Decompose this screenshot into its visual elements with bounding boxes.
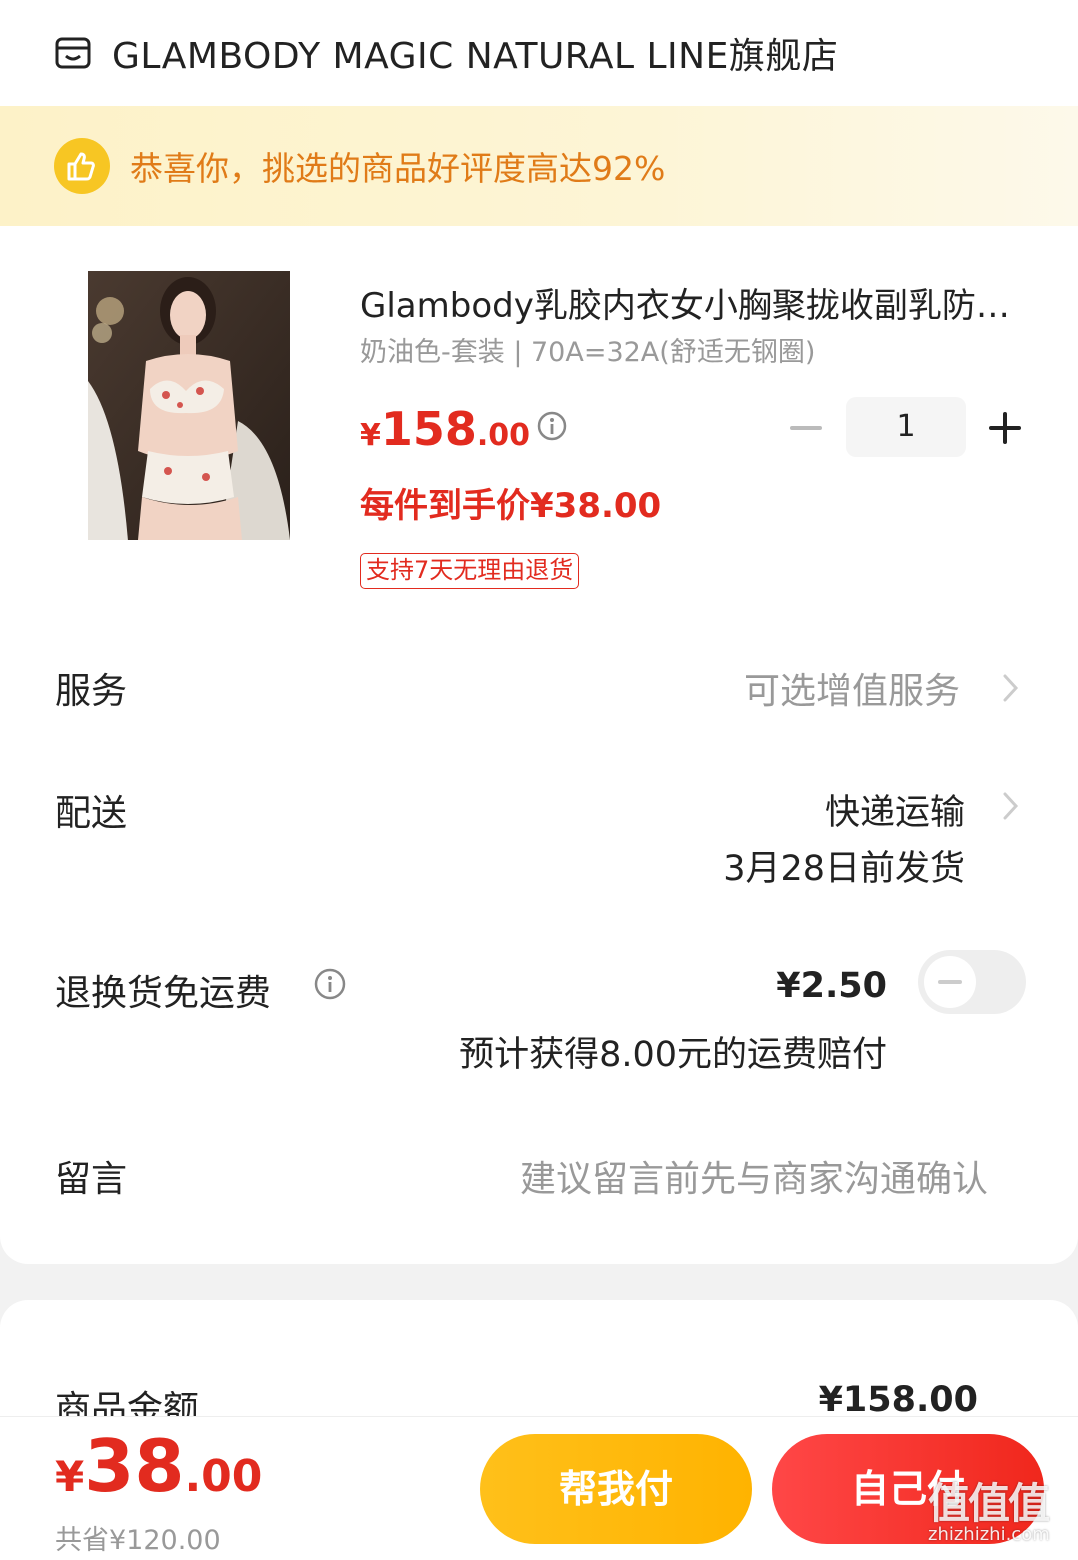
message-input[interactable]: 建议留言前先与商家沟通确认 bbox=[520, 1150, 988, 1202]
total-decimal: .00 bbox=[184, 1451, 263, 1502]
help-pay-button[interactable]: 帮我付 bbox=[480, 1434, 752, 1544]
toggle-knob bbox=[924, 956, 976, 1008]
store-icon bbox=[55, 37, 91, 69]
praise-banner: 恭喜你，挑选的商品好评度高达92% bbox=[0, 106, 1078, 226]
return-shipping-label: 退换货免运费 bbox=[55, 973, 272, 1014]
delivery-method[interactable]: 快递运输 bbox=[825, 784, 965, 835]
price-decimal: .00 bbox=[476, 418, 531, 453]
product-spec[interactable]: 奶油色-套装 | 70A=32A(舒适无钢圈) bbox=[360, 330, 815, 369]
info-icon[interactable] bbox=[313, 967, 347, 1001]
message-label: 留言 bbox=[55, 1159, 128, 1200]
delivery-date: 3月28日前发货 bbox=[723, 849, 965, 889]
total-price: ¥ 38 .00 bbox=[55, 1424, 262, 1508]
return-shipping-price: ¥2.50 bbox=[776, 966, 887, 1006]
total-symbol: ¥ bbox=[55, 1452, 85, 1501]
saved-amount: 共省¥120.00 bbox=[55, 1525, 221, 1556]
quantity-input[interactable]: 1 bbox=[846, 397, 966, 457]
service-label: 服务 bbox=[55, 671, 128, 712]
store-header[interactable]: GLAMBODY MAGIC NATURAL LINE旗舰店 bbox=[0, 0, 1078, 106]
plus-icon bbox=[989, 412, 1021, 444]
thumbs-up-icon bbox=[54, 138, 110, 194]
quantity-decrease-button[interactable] bbox=[786, 410, 826, 446]
return-policy-badge: 支持7天无理由退货 bbox=[360, 553, 580, 589]
minus-icon bbox=[790, 426, 822, 430]
store-name: GLAMBODY MAGIC NATURAL LINE旗舰店 bbox=[112, 36, 839, 77]
product-title[interactable]: Glambody乳胶内衣女小胸聚拢收副乳防下垂 bbox=[360, 278, 1020, 327]
price-symbol: ¥ bbox=[360, 418, 381, 453]
praise-text: 恭喜你，挑选的商品好评度高达92% bbox=[130, 149, 666, 188]
unit-price: ¥ 158 .00 bbox=[360, 402, 530, 456]
quantity-increase-button[interactable] bbox=[985, 408, 1025, 448]
return-shipping-toggle[interactable] bbox=[918, 950, 1026, 1014]
service-value[interactable]: 可选增值服务 bbox=[744, 662, 960, 714]
delivery-label: 配送 bbox=[55, 793, 128, 834]
return-shipping-compensation: 预计获得8.00元的运费赔付 bbox=[459, 1035, 887, 1075]
chevron-right-icon[interactable] bbox=[1000, 670, 1022, 706]
self-pay-button[interactable]: 自己付 bbox=[772, 1434, 1044, 1544]
price-integer: 158 bbox=[380, 402, 477, 456]
chevron-right-icon[interactable] bbox=[1000, 788, 1022, 824]
goods-amount-value: ¥158.00 bbox=[818, 1380, 978, 1420]
total-integer: 38 bbox=[84, 1424, 185, 1508]
product-image[interactable] bbox=[88, 271, 290, 540]
per-item-price: 每件到手价¥38.00 bbox=[360, 486, 662, 526]
price-info-icon[interactable] bbox=[536, 410, 568, 442]
